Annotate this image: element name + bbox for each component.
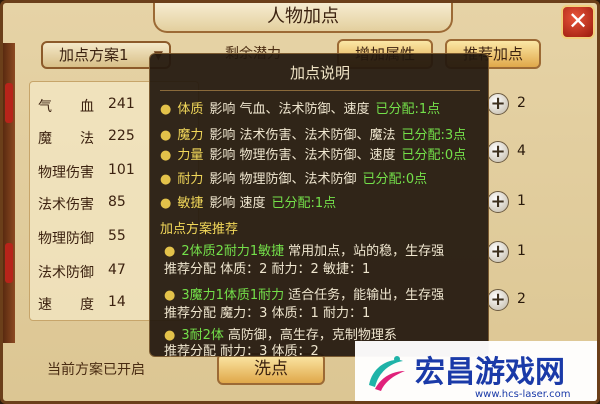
plan-desc: 适合任务，能输出，生存强 [288,288,445,303]
attribute-row: ● 力量 影响 物理伤害、法术防御、速度 已分配:0点 [160,144,467,163]
site-logo-icon [369,356,405,391]
points-help-popup: 加点说明 ● 体质 影响 气血、法术防御、速度 已分配:1点 ● 魔力 影响 法术伤害、法… [149,53,489,359]
red-tassel-icon [5,83,13,123]
plan-row: ● 3魔力1体质1耐力 适合任务，能输出，生存强 [164,284,444,303]
attribute-name: 力量 [177,148,204,163]
attribute-row: ● 耐力 影响 物理防御、法术防御 已分配:0点 [160,168,428,187]
attribute-row: ● 体质 影响 气血、法术防御、速度 已分配:1点 [160,98,441,117]
plan-name: 2体质2耐力1敏捷 [181,244,285,259]
close-button[interactable]: ✕ [561,5,595,39]
attribute-desc: 影响 速度 [209,196,266,211]
recommend-title: 加点方案推荐 [160,222,239,237]
add-point-button[interactable]: + [487,93,509,115]
attribute-desc: 影响 物理伤害、法术防御、速度 [209,148,396,163]
plan-name: 3魔力1体质1耐力 [181,288,285,303]
plan-detail: 推荐分配 耐力：3 体质：2 [164,344,319,359]
red-tassel-icon [5,243,13,283]
bullet-icon: ● [164,244,176,259]
scheme-select-label: 加点方案1 [59,46,129,64]
attribute-alloc: 已分配:3点 [401,128,467,143]
left-decoration [3,43,15,343]
stat-label: 法术伤害 [38,197,94,213]
bullet-icon: ● [160,102,172,117]
attribute-name: 敏捷 [177,196,204,211]
site-watermark: 宏昌游戏网 www.hcs-laser.com [355,341,597,401]
attribute-desc: 影响 法术伤害、法术防御、魔法 [209,128,396,143]
attribute-alloc: 已分配:0点 [362,172,428,187]
watermark-url: www.hcs-laser.com [475,389,571,400]
allocation-count: 1 [517,193,526,209]
allocation-count: 4 [517,143,526,159]
attribute-desc: 影响 物理防御、法术防御 [209,172,357,187]
add-point-button[interactable]: + [487,289,509,311]
stat-label: 速 度 [38,297,94,313]
attribute-alloc: 已分配:1点 [271,196,337,211]
bullet-icon: ● [160,148,172,163]
attribute-row: ● 魔力 影响 法术伤害、法术防御、魔法 已分配:3点 [160,124,467,143]
bullet-icon: ● [160,196,172,211]
scheme-status: 当前方案已开启 [47,362,145,378]
plan-detail: 推荐分配 魔力：3 体质：1 耐力：1 [164,306,371,321]
plan-detail: 推荐分配 体质：2 耐力：2 敏捷：1 [164,262,371,277]
watermark-title: 宏昌游戏网 [415,355,565,390]
allocation-controls: + 2 + 4 + 1 + 1 + 2 [483,91,563,321]
stat-value: 85 [108,194,126,210]
popup-divider [160,90,480,91]
bullet-icon: ● [164,288,176,303]
stat-value: 14 [108,294,126,310]
attribute-desc: 影响 气血、法术防御、速度 [209,102,370,117]
stat-label: 物理防御 [38,231,94,247]
allocation-count: 2 [517,95,526,111]
bullet-icon: ● [160,128,172,143]
stat-label: 魔 法 [38,131,94,147]
attribute-alloc: 已分配:1点 [375,102,441,117]
add-point-button[interactable]: + [487,241,509,263]
stat-value: 225 [108,128,135,144]
allocation-count: 1 [517,243,526,259]
stat-value: 47 [108,262,126,278]
plan-desc: 常用加点，站的稳，生存强 [288,244,445,259]
add-point-button[interactable]: + [487,141,509,163]
attribute-name: 耐力 [177,172,204,187]
character-points-window: 人物加点 ✕ 加点方案1 ▼ 剩余潜力 增加属性 推荐加点 气 血 241 魔 … [0,0,600,404]
stat-label: 法术防御 [38,265,94,281]
attribute-row: ● 敏捷 影响 速度 已分配:1点 [160,192,337,211]
allocation-count: 2 [517,291,526,307]
stat-value: 101 [108,162,135,178]
popup-title: 加点说明 [289,64,350,82]
bullet-icon: ● [160,172,172,187]
add-point-button[interactable]: + [487,191,509,213]
stat-value: 55 [108,228,126,244]
window-title: 人物加点 [153,3,453,33]
attribute-alloc: 已分配:0点 [401,148,467,163]
stat-label: 气 血 [38,99,94,115]
attribute-name: 魔力 [177,128,204,143]
stat-value: 241 [108,96,135,112]
plan-row: ● 2体质2耐力1敏捷 常用加点，站的稳，生存强 [164,240,444,259]
attribute-name: 体质 [177,102,204,117]
stat-label: 物理伤害 [38,165,94,181]
